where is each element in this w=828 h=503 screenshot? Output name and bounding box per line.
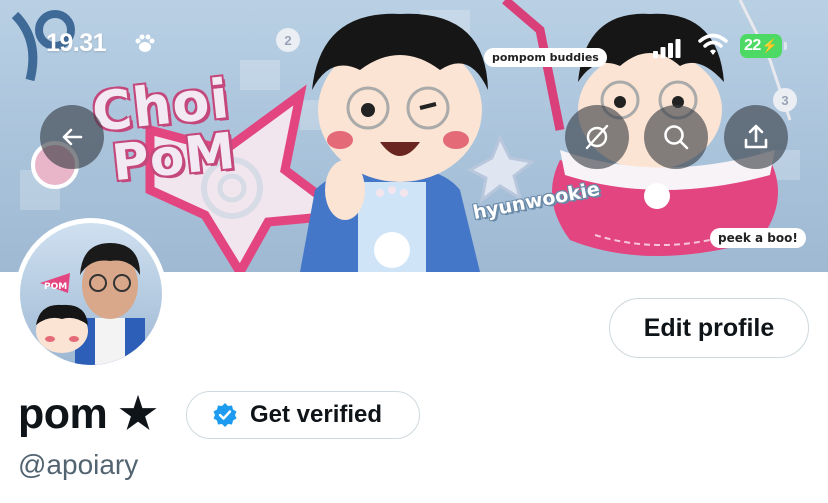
get-verified-label: Get verified [250,401,383,428]
banner-number-3: 3 [773,88,797,112]
grok-button[interactable] [565,105,629,169]
edit-profile-button[interactable]: Edit profile [609,298,809,358]
profile-handle: @apoiary [18,449,139,480]
display-name: pom ★ [18,390,157,438]
wifi-icon [698,33,728,55]
status-time: 19.31 [46,29,107,57]
arrow-left-icon [62,128,83,146]
search-button[interactable] [644,105,708,169]
cellular-signal-icon [653,39,681,58]
avatar-image: POM [20,223,162,365]
grok-icon [585,124,609,150]
share-button[interactable] [724,105,788,169]
battery-cap [784,42,787,50]
search-icon [664,125,689,150]
svg-text:POM: POM [44,282,67,292]
banner-number-2: 2 [276,28,300,52]
avatar[interactable]: POM [15,218,167,370]
avatar-photo-art: POM [36,243,145,365]
battery-level: 22 [744,37,761,54]
verified-badge-icon [213,403,237,427]
banner-sticker-peek: peek a boo! [710,228,806,248]
share-icon [744,124,768,149]
paw-icon [135,34,155,52]
back-button[interactable] [40,105,104,169]
get-verified-button[interactable]: Get verified [186,391,420,439]
banner-sticker-buddies: pompom buddies [484,48,607,67]
battery-indicator: 22 ⚡ [740,34,782,58]
charging-bolt-icon: ⚡ [761,38,778,53]
